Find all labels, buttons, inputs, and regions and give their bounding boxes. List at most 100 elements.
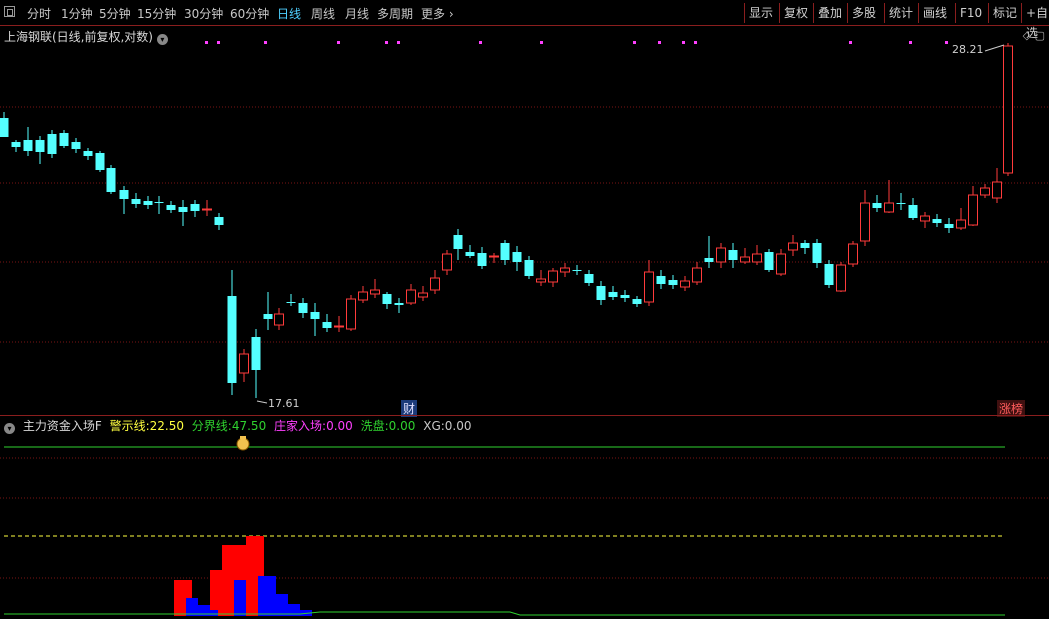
candlestick — [358, 286, 368, 303]
kline-chart[interactable] — [0, 0, 1049, 619]
warn-label: 警示线: — [109, 419, 150, 433]
warn-value: 22.50 — [149, 419, 184, 433]
candlestick — [764, 249, 774, 272]
indicator-name[interactable]: 主力资金入场F — [23, 419, 102, 433]
panel-separator — [0, 415, 1049, 416]
money-bag-icon — [236, 436, 250, 451]
candle-body — [920, 215, 930, 222]
dealer-value: 0.00 — [326, 419, 353, 433]
candlestick — [692, 262, 702, 285]
candlestick — [752, 245, 762, 265]
candle-body — [812, 243, 822, 263]
candlestick — [728, 243, 738, 268]
candle-body — [202, 208, 212, 211]
candle-body — [668, 280, 678, 285]
bottom-line — [4, 611, 1005, 616]
low-price-label: 17.61 — [268, 397, 300, 410]
candle-body — [932, 219, 942, 223]
square-icon[interactable]: ▢ — [1035, 29, 1045, 42]
candlestick — [406, 284, 416, 305]
candlestick — [131, 193, 141, 208]
candlestick — [824, 260, 834, 288]
candlestick — [848, 241, 858, 267]
candlestick — [239, 349, 249, 382]
candlestick — [500, 240, 510, 265]
candlestick — [968, 186, 978, 226]
candle-body — [956, 219, 966, 229]
low-pointer — [256, 400, 268, 404]
money-bag-neck — [240, 436, 246, 439]
candle-body — [788, 242, 798, 251]
candlestick — [980, 184, 990, 198]
candlestick — [119, 186, 129, 214]
candle-body — [716, 247, 726, 263]
candlestick — [453, 229, 463, 260]
event-marker — [658, 41, 661, 44]
candlestick — [274, 308, 284, 330]
candlestick — [548, 268, 558, 287]
candlestick — [418, 286, 428, 301]
event-marker — [540, 41, 543, 44]
candle-body — [728, 250, 738, 260]
candle-body — [95, 153, 105, 170]
chevron-down-icon[interactable]: ▾ — [4, 423, 15, 434]
candlestick — [1003, 43, 1013, 176]
candle-body — [1003, 45, 1013, 174]
red-bar — [210, 570, 222, 616]
candle-body — [848, 243, 858, 265]
candle-body — [764, 252, 774, 270]
candle-body — [274, 313, 284, 326]
indicator-title: ▾ 主力资金入场F 警示线:22.50 分界线:47.50 庄家入场:0.00 … — [4, 417, 476, 434]
candlestick — [668, 275, 678, 289]
candle-body — [644, 271, 654, 303]
candle-body — [263, 314, 273, 319]
candlestick — [524, 256, 534, 279]
candlestick — [11, 140, 21, 152]
wash-label: 洗盘: — [360, 419, 389, 433]
candle-body — [166, 205, 176, 210]
candle-body — [418, 292, 428, 298]
blue-bar — [234, 580, 246, 616]
candle-body — [944, 224, 954, 228]
candle-body — [394, 303, 404, 305]
candle-body — [776, 253, 786, 275]
candle-body — [692, 267, 702, 283]
candlestick — [106, 165, 116, 194]
candlestick — [776, 249, 786, 276]
chevron-down-icon[interactable]: ▾ — [156, 34, 168, 45]
candle-body — [382, 294, 392, 304]
blue-bar — [186, 598, 198, 616]
wash-value: 0.00 — [388, 419, 416, 433]
candle-body — [632, 299, 642, 304]
candle-body — [59, 133, 69, 146]
candlestick — [489, 253, 499, 263]
candlestick — [920, 212, 930, 228]
candlestick — [956, 208, 966, 230]
blue-bar — [276, 594, 288, 616]
candlestick — [884, 180, 894, 213]
candle-body — [704, 258, 714, 262]
candlestick — [394, 298, 404, 313]
candle-body — [35, 140, 45, 152]
candle-body — [442, 253, 452, 271]
candle-body — [680, 280, 690, 288]
candlestick — [512, 246, 522, 271]
candle-body — [740, 256, 750, 263]
candle-body — [119, 190, 129, 199]
candle-body — [884, 202, 894, 213]
candle-body — [370, 289, 380, 295]
blue-bar — [258, 576, 276, 616]
blue-bar — [210, 610, 218, 616]
candlestick — [166, 201, 176, 213]
candlestick — [202, 200, 212, 216]
candlestick — [632, 296, 642, 307]
diamond-icon[interactable]: ◇ — [1023, 29, 1031, 42]
candlestick — [536, 270, 546, 286]
candlestick — [190, 200, 200, 217]
candlestick — [788, 235, 798, 256]
candle-body — [23, 140, 33, 151]
candle-body — [872, 203, 882, 208]
candlestick — [154, 196, 164, 214]
candle-body — [548, 270, 558, 283]
candlestick — [680, 276, 690, 291]
